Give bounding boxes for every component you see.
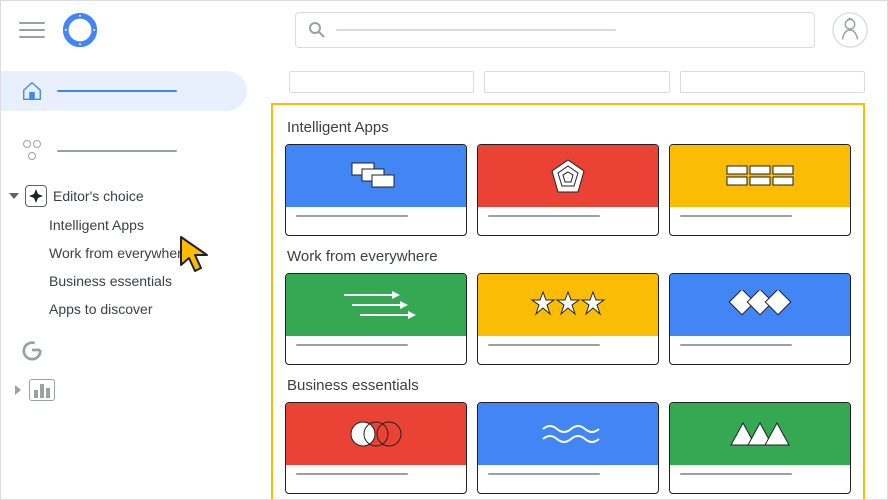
card-art	[670, 403, 850, 465]
card-art	[286, 145, 466, 207]
sidebar-item-apps-to-discover[interactable]: Apps to discover	[49, 295, 261, 323]
chevron-right-icon	[15, 385, 21, 395]
card-art	[478, 145, 658, 207]
sidebar-item-work-from-everywhere[interactable]: Work from everywhere	[49, 239, 261, 267]
sidebar-item-generic[interactable]	[1, 131, 247, 171]
avatar-icon[interactable]	[831, 11, 869, 49]
main-content: Intelligent Apps Work from everywhere Bu…	[261, 59, 887, 499]
section-title: Business essentials	[287, 377, 851, 394]
search-input[interactable]	[295, 12, 815, 48]
bar-chart-icon	[29, 379, 55, 401]
sidebar-item-analytics[interactable]	[15, 379, 261, 401]
sidebar-tree: Editor's choice Intelligent Apps Work fr…	[1, 181, 261, 323]
app-card[interactable]	[477, 144, 659, 236]
app-card[interactable]	[285, 144, 467, 236]
app-card[interactable]	[285, 273, 467, 365]
card-art	[478, 274, 658, 336]
home-icon	[21, 80, 43, 102]
section-title: Work from everywhere	[287, 248, 851, 265]
section-title: Intelligent Apps	[287, 119, 851, 136]
card-art	[286, 403, 466, 465]
search-icon	[308, 21, 326, 39]
app-card[interactable]	[669, 402, 851, 494]
card-art	[286, 274, 466, 336]
sidebar: Editor's choice Intelligent Apps Work fr…	[1, 59, 261, 499]
google-icon[interactable]	[21, 339, 43, 361]
app-card[interactable]	[669, 273, 851, 365]
sidebar-item-editors-choice[interactable]: Editor's choice	[9, 181, 261, 211]
cursor-icon	[177, 235, 217, 277]
editors-choice-label: Editor's choice	[53, 188, 144, 204]
app-card[interactable]	[477, 402, 659, 494]
card-art	[670, 274, 850, 336]
sidebar-item-intelligent-apps[interactable]: Intelligent Apps	[49, 211, 261, 239]
sparkle-icon	[25, 185, 47, 207]
app-card[interactable]	[477, 273, 659, 365]
card-art	[670, 145, 850, 207]
chevron-down-icon	[9, 193, 19, 199]
app-frame: Editor's choice Intelligent Apps Work fr…	[0, 0, 888, 500]
highlighted-collections: Intelligent Apps Work from everywhere Bu…	[271, 103, 865, 500]
circles-icon	[21, 140, 43, 162]
app-card[interactable]	[669, 144, 851, 236]
app-card[interactable]	[285, 402, 467, 494]
sidebar-item-home[interactable]	[1, 71, 247, 111]
sidebar-item-business-essentials[interactable]: Business essentials	[49, 267, 261, 295]
header	[1, 1, 887, 59]
card-art	[478, 403, 658, 465]
logo-icon[interactable]	[61, 11, 99, 49]
menu-icon[interactable]	[19, 22, 45, 38]
